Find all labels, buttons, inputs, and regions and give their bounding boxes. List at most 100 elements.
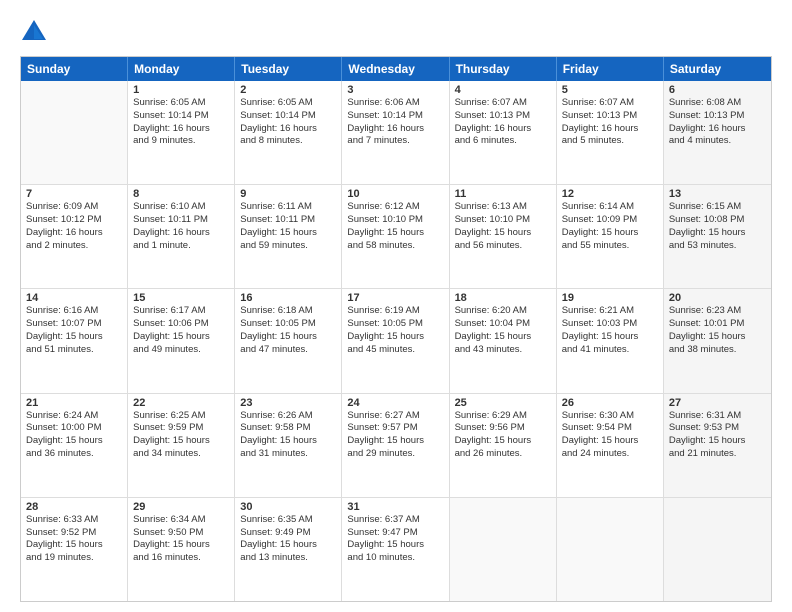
cell-line: and 6 minutes. (455, 135, 551, 148)
calendar: SundayMondayTuesdayWednesdayThursdayFrid… (20, 56, 772, 602)
calendar-cell: 6Sunrise: 6:08 AMSunset: 10:13 PMDayligh… (664, 81, 771, 184)
calendar-row: 1Sunrise: 6:05 AMSunset: 10:14 PMDayligh… (21, 81, 771, 185)
day-number: 28 (26, 501, 122, 513)
cell-line: Sunrise: 6:17 AM (133, 305, 229, 318)
cell-line: Sunset: 10:11 PM (240, 214, 336, 227)
cell-line: Sunrise: 6:24 AM (26, 410, 122, 423)
weekday-header: Tuesday (235, 57, 342, 81)
cell-line: Sunrise: 6:19 AM (347, 305, 443, 318)
calendar-cell (450, 498, 557, 601)
cell-line: and 53 minutes. (669, 240, 766, 253)
cell-line: Daylight: 15 hours (26, 331, 122, 344)
calendar-cell: 21Sunrise: 6:24 AMSunset: 10:00 PMDaylig… (21, 394, 128, 497)
cell-line: Daylight: 15 hours (240, 331, 336, 344)
cell-line: and 45 minutes. (347, 344, 443, 357)
cell-line: Sunrise: 6:20 AM (455, 305, 551, 318)
cell-line: Daylight: 15 hours (347, 227, 443, 240)
cell-line: Daylight: 15 hours (133, 331, 229, 344)
calendar-cell: 20Sunrise: 6:23 AMSunset: 10:01 PMDaylig… (664, 289, 771, 392)
cell-line: and 43 minutes. (455, 344, 551, 357)
weekday-header: Friday (557, 57, 664, 81)
calendar-cell: 3Sunrise: 6:06 AMSunset: 10:14 PMDayligh… (342, 81, 449, 184)
calendar-cell: 11Sunrise: 6:13 AMSunset: 10:10 PMDaylig… (450, 185, 557, 288)
day-number: 23 (240, 397, 336, 409)
cell-line: Sunrise: 6:21 AM (562, 305, 658, 318)
weekday-header: Wednesday (342, 57, 449, 81)
day-number: 2 (240, 84, 336, 96)
cell-line: Daylight: 15 hours (240, 539, 336, 552)
cell-line: Sunset: 9:53 PM (669, 422, 766, 435)
cell-line: Sunrise: 6:25 AM (133, 410, 229, 423)
calendar-body: 1Sunrise: 6:05 AMSunset: 10:14 PMDayligh… (21, 81, 771, 601)
cell-line: Sunrise: 6:30 AM (562, 410, 658, 423)
cell-line: and 41 minutes. (562, 344, 658, 357)
cell-line: and 59 minutes. (240, 240, 336, 253)
cell-line: and 34 minutes. (133, 448, 229, 461)
cell-line: Daylight: 16 hours (133, 227, 229, 240)
cell-line: Sunrise: 6:29 AM (455, 410, 551, 423)
calendar-cell: 17Sunrise: 6:19 AMSunset: 10:05 PMDaylig… (342, 289, 449, 392)
cell-line: Sunset: 10:14 PM (240, 110, 336, 123)
cell-line: Daylight: 15 hours (562, 435, 658, 448)
cell-line: and 16 minutes. (133, 552, 229, 565)
day-number: 27 (669, 397, 766, 409)
cell-line: Sunset: 9:47 PM (347, 527, 443, 540)
day-number: 15 (133, 292, 229, 304)
calendar-cell: 28Sunrise: 6:33 AMSunset: 9:52 PMDayligh… (21, 498, 128, 601)
cell-line: Sunrise: 6:16 AM (26, 305, 122, 318)
day-number: 17 (347, 292, 443, 304)
day-number: 6 (669, 84, 766, 96)
cell-line: Daylight: 15 hours (455, 435, 551, 448)
calendar-cell: 19Sunrise: 6:21 AMSunset: 10:03 PMDaylig… (557, 289, 664, 392)
cell-line: Sunrise: 6:10 AM (133, 201, 229, 214)
day-number: 7 (26, 188, 122, 200)
cell-line: Sunrise: 6:07 AM (562, 97, 658, 110)
calendar-cell: 2Sunrise: 6:05 AMSunset: 10:14 PMDayligh… (235, 81, 342, 184)
day-number: 1 (133, 84, 229, 96)
cell-line: Sunset: 10:07 PM (26, 318, 122, 331)
cell-line: and 47 minutes. (240, 344, 336, 357)
calendar-cell: 13Sunrise: 6:15 AMSunset: 10:08 PMDaylig… (664, 185, 771, 288)
calendar-cell: 15Sunrise: 6:17 AMSunset: 10:06 PMDaylig… (128, 289, 235, 392)
cell-line: Daylight: 15 hours (669, 227, 766, 240)
cell-line: and 51 minutes. (26, 344, 122, 357)
page: SundayMondayTuesdayWednesdayThursdayFrid… (0, 0, 792, 612)
cell-line: Sunset: 10:14 PM (347, 110, 443, 123)
calendar-cell (21, 81, 128, 184)
cell-line: Sunset: 9:50 PM (133, 527, 229, 540)
cell-line: Sunset: 9:57 PM (347, 422, 443, 435)
calendar-cell (664, 498, 771, 601)
cell-line: Sunrise: 6:13 AM (455, 201, 551, 214)
cell-line: Daylight: 15 hours (669, 435, 766, 448)
cell-line: Daylight: 16 hours (347, 123, 443, 136)
calendar-cell: 18Sunrise: 6:20 AMSunset: 10:04 PMDaylig… (450, 289, 557, 392)
cell-line: Sunrise: 6:07 AM (455, 97, 551, 110)
cell-line: Daylight: 15 hours (240, 227, 336, 240)
cell-line: Daylight: 16 hours (133, 123, 229, 136)
cell-line: and 4 minutes. (669, 135, 766, 148)
cell-line: Sunset: 9:54 PM (562, 422, 658, 435)
cell-line: Daylight: 15 hours (26, 539, 122, 552)
day-number: 31 (347, 501, 443, 513)
cell-line: and 24 minutes. (562, 448, 658, 461)
calendar-cell: 16Sunrise: 6:18 AMSunset: 10:05 PMDaylig… (235, 289, 342, 392)
cell-line: Sunset: 10:10 PM (347, 214, 443, 227)
cell-line: Sunrise: 6:06 AM (347, 97, 443, 110)
calendar-cell: 23Sunrise: 6:26 AMSunset: 9:58 PMDayligh… (235, 394, 342, 497)
calendar-cell: 1Sunrise: 6:05 AMSunset: 10:14 PMDayligh… (128, 81, 235, 184)
cell-line: Sunset: 10:04 PM (455, 318, 551, 331)
cell-line: and 7 minutes. (347, 135, 443, 148)
cell-line: Sunset: 9:56 PM (455, 422, 551, 435)
cell-line: Sunrise: 6:12 AM (347, 201, 443, 214)
cell-line: Sunset: 9:52 PM (26, 527, 122, 540)
weekday-header: Sunday (21, 57, 128, 81)
cell-line: Sunset: 10:12 PM (26, 214, 122, 227)
day-number: 29 (133, 501, 229, 513)
cell-line: Daylight: 16 hours (455, 123, 551, 136)
cell-line: Sunrise: 6:18 AM (240, 305, 336, 318)
cell-line: Daylight: 15 hours (562, 227, 658, 240)
cell-line: Daylight: 16 hours (669, 123, 766, 136)
cell-line: Sunset: 10:06 PM (133, 318, 229, 331)
cell-line: Sunrise: 6:33 AM (26, 514, 122, 527)
logo (20, 18, 52, 46)
